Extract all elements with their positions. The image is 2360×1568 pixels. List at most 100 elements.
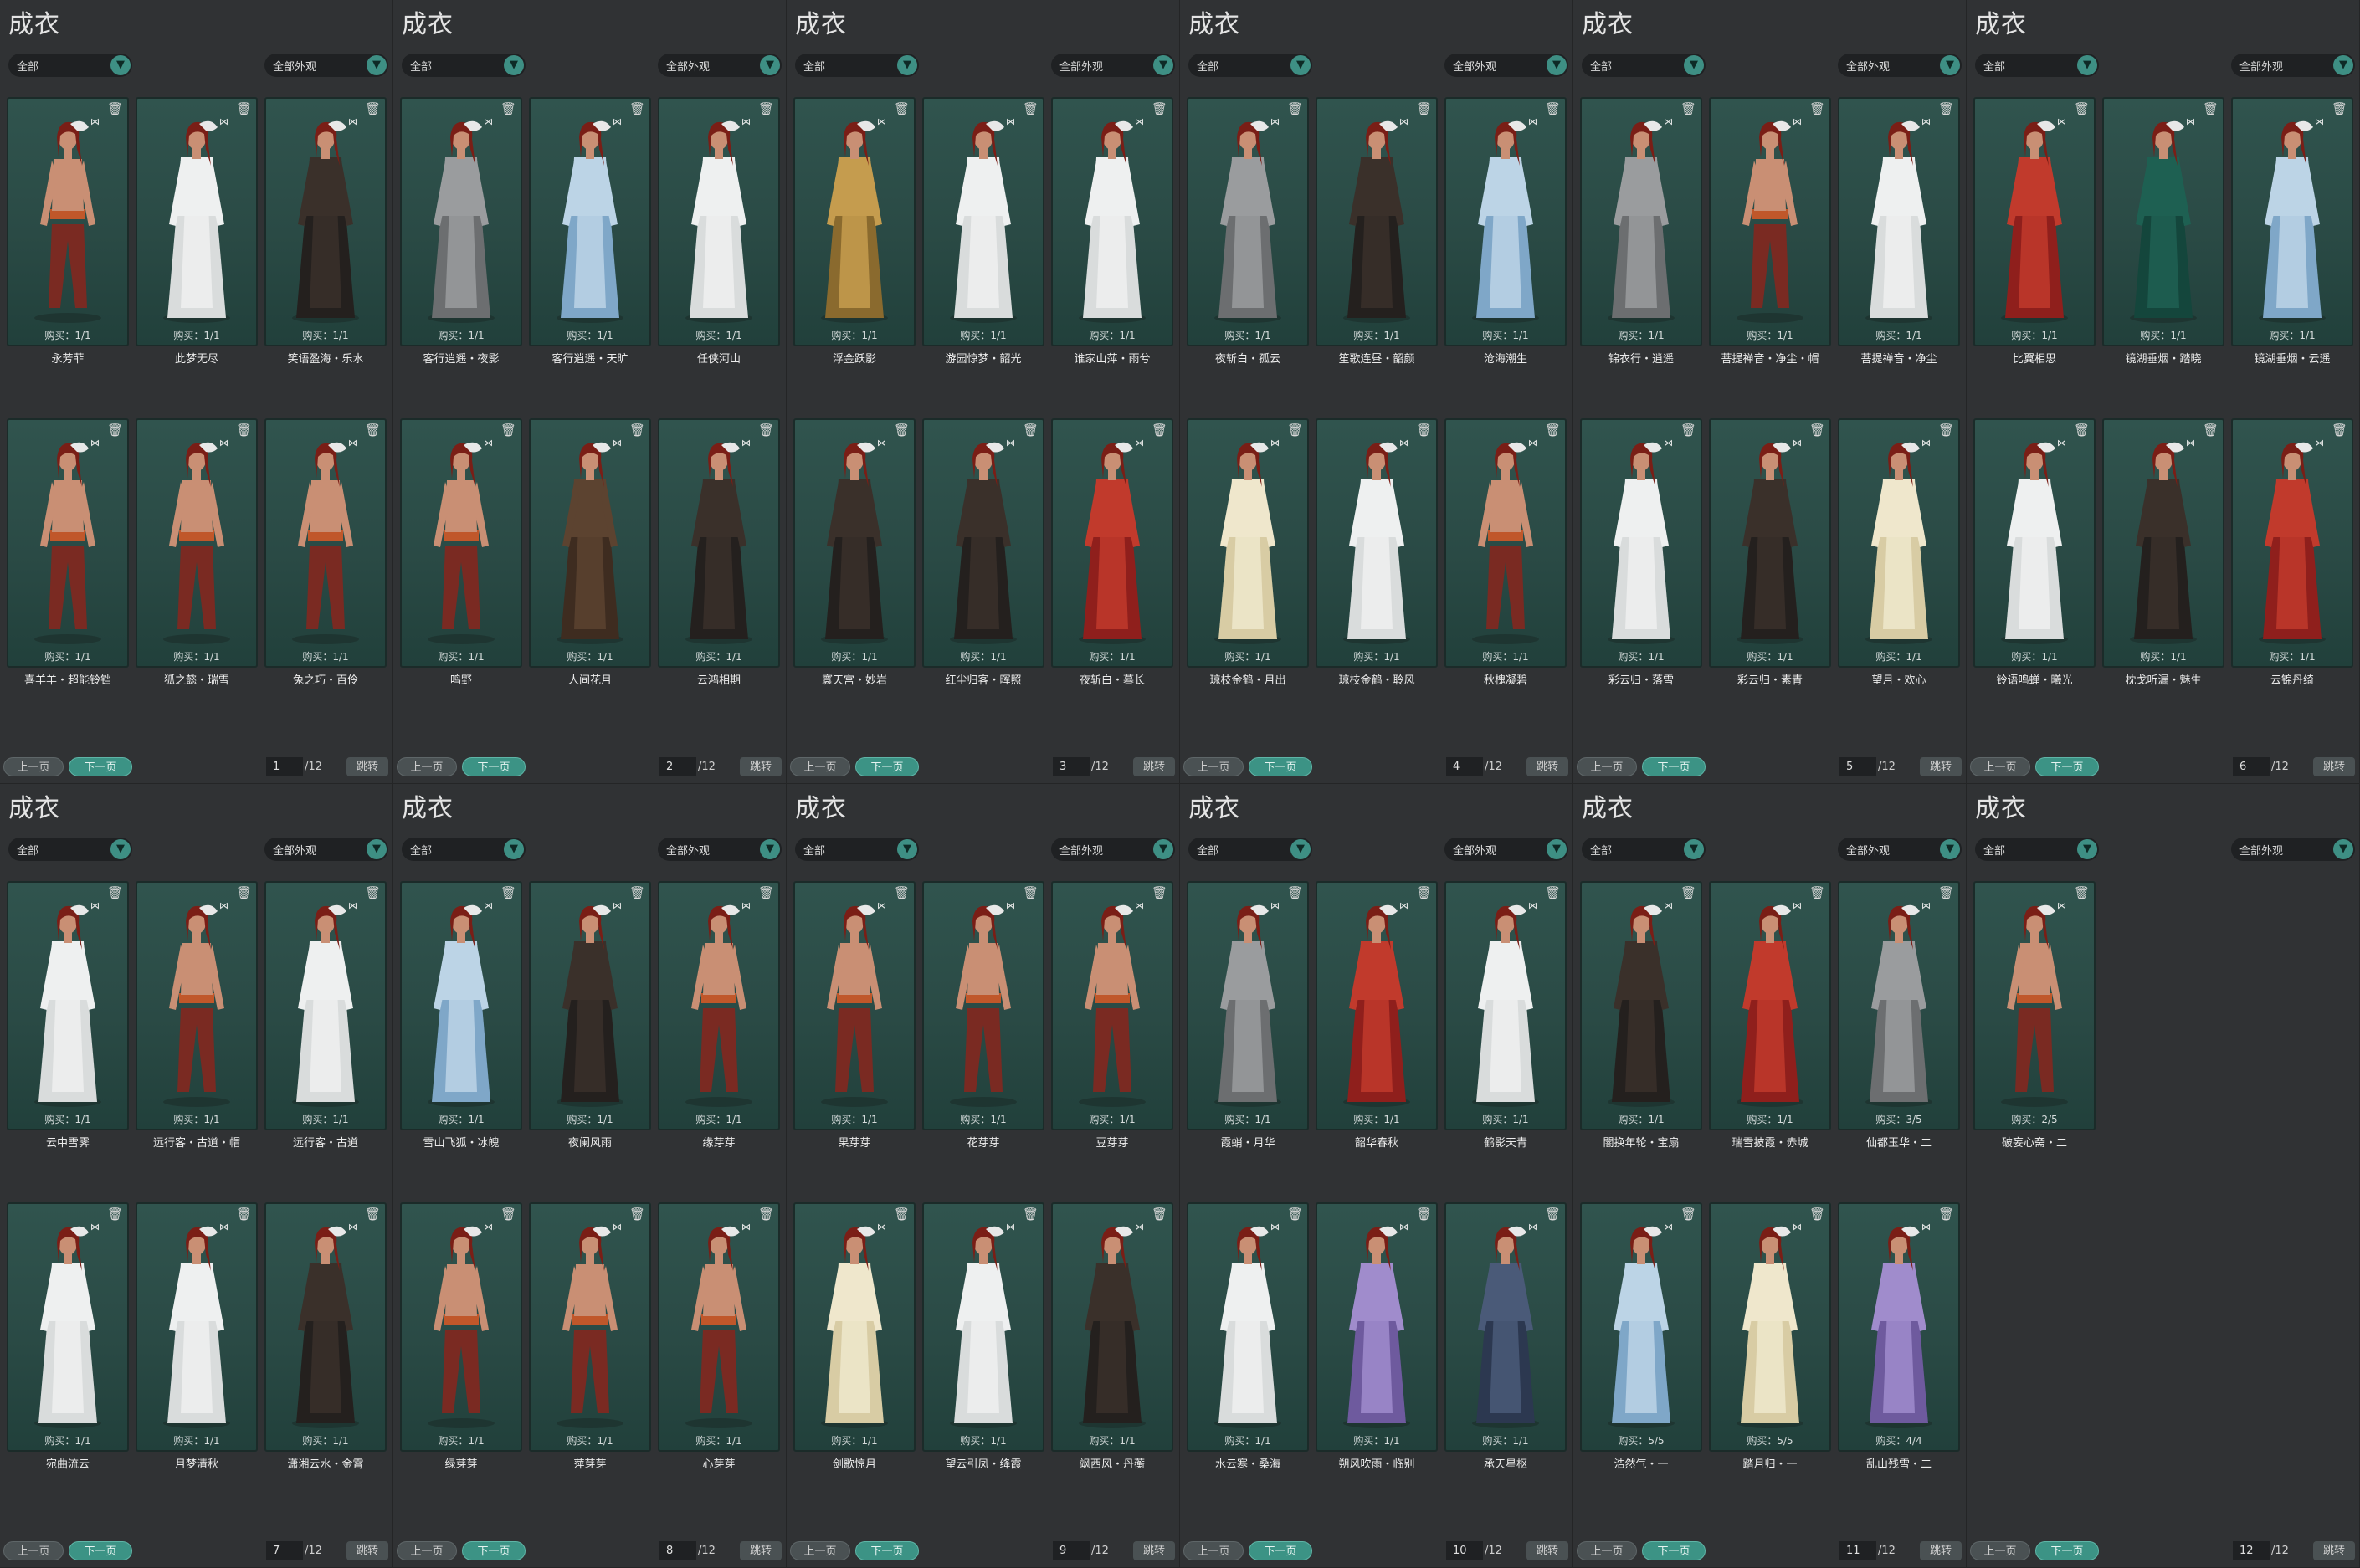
outfit-card[interactable]: 🗑 ⋈ 购买：1/1: [922, 97, 1044, 346]
trash-icon[interactable]: 🗑: [107, 424, 123, 437]
outfit-card[interactable]: 🗑 ⋈ 购买：1/1: [793, 1202, 916, 1452]
outfit-card[interactable]: 🗑 ⋈ 购买：1/1: [658, 1202, 780, 1452]
jump-button[interactable]: 跳转: [1920, 1541, 1962, 1560]
outfit-card[interactable]: 🗑 ⋈ 购买：1/1: [922, 1202, 1044, 1452]
chevron-down-icon[interactable]: ▼: [1547, 55, 1567, 75]
outfit-card[interactable]: 🗑 ⋈ 购买：1/1: [7, 1202, 129, 1452]
trash-icon[interactable]: 🗑: [500, 424, 516, 437]
trash-icon[interactable]: 🗑: [1680, 1208, 1696, 1221]
trash-icon[interactable]: 🗑: [1287, 103, 1303, 115]
trash-icon[interactable]: 🗑: [629, 1208, 645, 1221]
outfit-card[interactable]: 🗑 ⋈ 购买：1/1: [1973, 418, 2096, 668]
trash-icon[interactable]: 🗑: [629, 103, 645, 115]
next-page-button[interactable]: 下一页: [1642, 757, 1706, 776]
next-page-button[interactable]: 下一页: [2035, 1541, 2099, 1560]
outfit-card[interactable]: 🗑 ⋈ 购买：1/1: [264, 418, 387, 668]
trash-icon[interactable]: 🗑: [365, 887, 381, 899]
appearance-dropdown[interactable]: 全部外观 ▼: [264, 838, 388, 861]
appearance-dropdown[interactable]: 全部外观 ▼: [1051, 54, 1175, 77]
chevron-down-icon[interactable]: ▼: [1684, 55, 1704, 75]
next-page-button[interactable]: 下一页: [462, 757, 526, 776]
page-number-input[interactable]: 3: [1053, 757, 1090, 776]
category-dropdown[interactable]: 全部 ▼: [1582, 54, 1706, 77]
prev-page-button[interactable]: 上一页: [790, 757, 850, 776]
chevron-down-icon[interactable]: ▼: [110, 55, 131, 75]
chevron-down-icon[interactable]: ▼: [1547, 839, 1567, 859]
next-page-button[interactable]: 下一页: [855, 1541, 919, 1560]
jump-button[interactable]: 跳转: [346, 1541, 388, 1560]
chevron-down-icon[interactable]: ▼: [1940, 839, 1960, 859]
trash-icon[interactable]: 🗑: [1416, 103, 1432, 115]
jump-button[interactable]: 跳转: [740, 1541, 782, 1560]
outfit-card[interactable]: 🗑 ⋈ 购买：1/1: [400, 418, 522, 668]
outfit-card[interactable]: 🗑 ⋈ 购买：1/1: [136, 97, 258, 346]
outfit-card[interactable]: 🗑 ⋈ 购买：1/1: [1051, 97, 1173, 346]
chevron-down-icon[interactable]: ▼: [1940, 55, 1960, 75]
outfit-card[interactable]: 🗑 ⋈ 购买：1/1: [1444, 1202, 1567, 1452]
trash-icon[interactable]: 🗑: [1545, 103, 1561, 115]
appearance-dropdown[interactable]: 全部外观 ▼: [1051, 838, 1175, 861]
chevron-down-icon[interactable]: ▼: [367, 55, 387, 75]
trash-icon[interactable]: 🗑: [1809, 1208, 1825, 1221]
trash-icon[interactable]: 🗑: [236, 103, 252, 115]
page-number-input[interactable]: 9: [1053, 1541, 1090, 1560]
next-page-button[interactable]: 下一页: [1249, 757, 1312, 776]
chevron-down-icon[interactable]: ▼: [897, 55, 917, 75]
chevron-down-icon[interactable]: ▼: [897, 839, 917, 859]
trash-icon[interactable]: 🗑: [1023, 103, 1039, 115]
appearance-dropdown[interactable]: 全部外观 ▼: [658, 838, 782, 861]
appearance-dropdown[interactable]: 全部外观 ▼: [1838, 54, 1962, 77]
page-number-input[interactable]: 12: [2233, 1541, 2270, 1560]
chevron-down-icon[interactable]: ▼: [504, 839, 524, 859]
chevron-down-icon[interactable]: ▼: [2333, 55, 2353, 75]
outfit-card[interactable]: 🗑 ⋈ 购买：1/1: [1187, 418, 1309, 668]
chevron-down-icon[interactable]: ▼: [1153, 839, 1173, 859]
prev-page-button[interactable]: 上一页: [790, 1541, 850, 1560]
next-page-button[interactable]: 下一页: [462, 1541, 526, 1560]
trash-icon[interactable]: 🗑: [1680, 887, 1696, 899]
jump-button[interactable]: 跳转: [1526, 757, 1568, 776]
trash-icon[interactable]: 🗑: [758, 1208, 774, 1221]
outfit-card[interactable]: 🗑 ⋈ 购买：3/5: [1838, 881, 1960, 1130]
trash-icon[interactable]: 🗑: [1938, 424, 1954, 437]
trash-icon[interactable]: 🗑: [629, 887, 645, 899]
trash-icon[interactable]: 🗑: [2074, 103, 2090, 115]
trash-icon[interactable]: 🗑: [1809, 424, 1825, 437]
page-number-input[interactable]: 7: [266, 1541, 303, 1560]
page-number-input[interactable]: 11: [1839, 1541, 1876, 1560]
outfit-card[interactable]: 🗑 ⋈ 购买：1/1: [793, 418, 916, 668]
trash-icon[interactable]: 🗑: [500, 1208, 516, 1221]
jump-button[interactable]: 跳转: [1133, 1541, 1175, 1560]
chevron-down-icon[interactable]: ▼: [760, 839, 780, 859]
trash-icon[interactable]: 🗑: [1809, 887, 1825, 899]
outfit-card[interactable]: 🗑 ⋈ 购买：1/1: [264, 97, 387, 346]
next-page-button[interactable]: 下一页: [2035, 757, 2099, 776]
trash-icon[interactable]: 🗑: [107, 1208, 123, 1221]
outfit-card[interactable]: 🗑 ⋈ 购买：1/1: [1187, 1202, 1309, 1452]
trash-icon[interactable]: 🗑: [2203, 103, 2219, 115]
page-number-input[interactable]: 8: [659, 1541, 696, 1560]
prev-page-button[interactable]: 上一页: [3, 1541, 64, 1560]
trash-icon[interactable]: 🗑: [500, 887, 516, 899]
page-number-input[interactable]: 4: [1446, 757, 1483, 776]
outfit-card[interactable]: 🗑 ⋈ 购买：1/1: [1316, 881, 1438, 1130]
outfit-card[interactable]: 🗑 ⋈ 购买：1/1: [1444, 418, 1567, 668]
trash-icon[interactable]: 🗑: [1809, 103, 1825, 115]
chevron-down-icon[interactable]: ▼: [110, 839, 131, 859]
category-dropdown[interactable]: 全部 ▼: [402, 54, 526, 77]
trash-icon[interactable]: 🗑: [1545, 887, 1561, 899]
chevron-down-icon[interactable]: ▼: [504, 55, 524, 75]
outfit-card[interactable]: 🗑 ⋈ 购买：1/1: [793, 881, 916, 1130]
page-number-input[interactable]: 2: [659, 757, 696, 776]
trash-icon[interactable]: 🗑: [1938, 103, 1954, 115]
trash-icon[interactable]: 🗑: [894, 887, 910, 899]
trash-icon[interactable]: 🗑: [1938, 1208, 1954, 1221]
outfit-card[interactable]: 🗑 ⋈ 购买：1/1: [2231, 97, 2353, 346]
outfit-card[interactable]: 🗑 ⋈ 购买：1/1: [264, 1202, 387, 1452]
chevron-down-icon[interactable]: ▼: [1153, 55, 1173, 75]
trash-icon[interactable]: 🗑: [2203, 424, 2219, 437]
outfit-card[interactable]: 🗑 ⋈ 购买：1/1: [793, 97, 916, 346]
category-dropdown[interactable]: 全部 ▼: [402, 838, 526, 861]
page-number-input[interactable]: 5: [1839, 757, 1876, 776]
outfit-card[interactable]: 🗑 ⋈ 购买：1/1: [1973, 97, 2096, 346]
